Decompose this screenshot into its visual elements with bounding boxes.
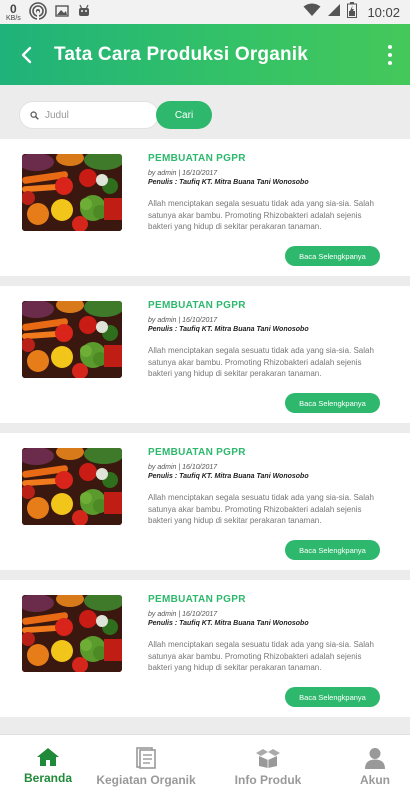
- status-bar: 0 KB/s 10:02: [0, 0, 410, 24]
- search-icon: [30, 110, 39, 120]
- vegetables-image: [22, 154, 122, 231]
- page-title: Tata Cara Produksi Organik: [54, 43, 309, 65]
- nav-label: Beranda: [23, 771, 73, 785]
- article-title[interactable]: PEMBUATAN PGPR: [148, 300, 246, 311]
- vegetables-image: [22, 595, 122, 672]
- read-more-button[interactable]: Baca Selengkpanya: [285, 687, 380, 707]
- article-thumbnail[interactable]: [22, 448, 122, 525]
- wifi-icon: [303, 3, 321, 22]
- status-left: 0 KB/s: [6, 2, 91, 25]
- article-card[interactable]: PEMBUATAN PGPR by admin | 16/10/2017 Pen…: [0, 286, 410, 423]
- menu-dot-icon: [388, 44, 392, 49]
- article-excerpt: Allah menciptakan segala sesuatu tidak a…: [148, 640, 374, 672]
- overflow-menu-button[interactable]: [370, 24, 410, 85]
- read-more-button[interactable]: Baca Selengkpanya: [285, 540, 380, 560]
- article-card[interactable]: PEMBUATAN PGPR by admin | 16/10/2017 Pen…: [0, 139, 410, 276]
- article-thumbnail[interactable]: [22, 154, 122, 231]
- article-author: Penulis : Taufiq KT. Mitra Buana Tani Wo…: [148, 326, 309, 333]
- article-card[interactable]: PEMBUATAN PGPR by admin | 16/10/2017 Pen…: [0, 580, 410, 717]
- article-title[interactable]: PEMBUATAN PGPR: [148, 594, 246, 605]
- read-more-button[interactable]: Baca Selengkpanya: [285, 393, 380, 413]
- article-author: Penulis : Taufiq KT. Mitra Buana Tani Wo…: [148, 620, 309, 627]
- article-author: Penulis : Taufiq KT. Mitra Buana Tani Wo…: [148, 473, 309, 480]
- status-time: 10:02: [367, 4, 400, 20]
- status-right: 10:02: [303, 0, 400, 24]
- bottom-navigation: Beranda Kegiatan Organik Info Produk Aku…: [0, 734, 410, 800]
- nav-label: Info Produk: [234, 773, 302, 787]
- nav-label: Kegiatan Organik: [96, 773, 196, 787]
- read-more-button[interactable]: Baca Selengkpanya: [285, 246, 380, 266]
- boxes-icon: [256, 749, 280, 768]
- nav-item-akun[interactable]: Akun: [340, 735, 410, 800]
- article-excerpt: Allah menciptakan segala sesuatu tidak a…: [148, 346, 374, 378]
- menu-dot-icon: [388, 60, 392, 65]
- document-icon: [136, 747, 156, 769]
- network-speed-value: 0: [10, 1, 17, 16]
- nav-item-beranda[interactable]: Beranda: [0, 735, 96, 800]
- back-button[interactable]: [0, 24, 54, 85]
- app-bar: Tata Cara Produksi Organik: [0, 24, 410, 85]
- article-card[interactable]: PEMBUATAN PGPR by admin | 16/10/2017 Pen…: [0, 433, 410, 570]
- search-button[interactable]: Cari: [156, 101, 212, 129]
- article-author: Penulis : Taufiq KT. Mitra Buana Tani Wo…: [148, 179, 309, 186]
- search-bar: Cari: [19, 101, 212, 129]
- nav-item-kegiatan-organik[interactable]: Kegiatan Organik: [96, 735, 196, 800]
- home-icon: [37, 748, 59, 766]
- article-meta: by admin | 16/10/2017: [148, 317, 218, 324]
- article-thumbnail[interactable]: [22, 595, 122, 672]
- article-meta: by admin | 16/10/2017: [148, 464, 218, 471]
- article-title[interactable]: PEMBUATAN PGPR: [148, 153, 246, 164]
- article-meta: by admin | 16/10/2017: [148, 611, 218, 618]
- article-thumbnail[interactable]: [22, 301, 122, 378]
- article-list: PEMBUATAN PGPR by admin | 16/10/2017 Pen…: [0, 139, 410, 727]
- person-icon: [365, 748, 385, 769]
- back-arrow-icon: [21, 46, 32, 63]
- article-excerpt: Allah menciptakan segala sesuatu tidak a…: [148, 199, 374, 231]
- menu-dot-icon: [388, 52, 392, 57]
- nav-item-info-produk[interactable]: Info Produk: [196, 735, 340, 800]
- article-excerpt: Allah menciptakan segala sesuatu tidak a…: [148, 493, 374, 525]
- battery-icon: [347, 1, 358, 23]
- android-icon: [77, 4, 91, 23]
- nav-label: Akun: [360, 773, 390, 787]
- network-speed: 0 KB/s: [6, 1, 21, 23]
- hotspot-icon: [28, 2, 47, 25]
- search-input[interactable]: [45, 109, 135, 121]
- search-field[interactable]: [19, 101, 159, 129]
- signal-icon: [327, 3, 341, 22]
- network-speed-unit: KB/s: [6, 14, 21, 22]
- vegetables-image: [22, 301, 122, 378]
- article-meta: by admin | 16/10/2017: [148, 170, 218, 177]
- article-title[interactable]: PEMBUATAN PGPR: [148, 447, 246, 458]
- vegetables-image: [22, 448, 122, 525]
- image-notification-icon: [55, 4, 69, 23]
